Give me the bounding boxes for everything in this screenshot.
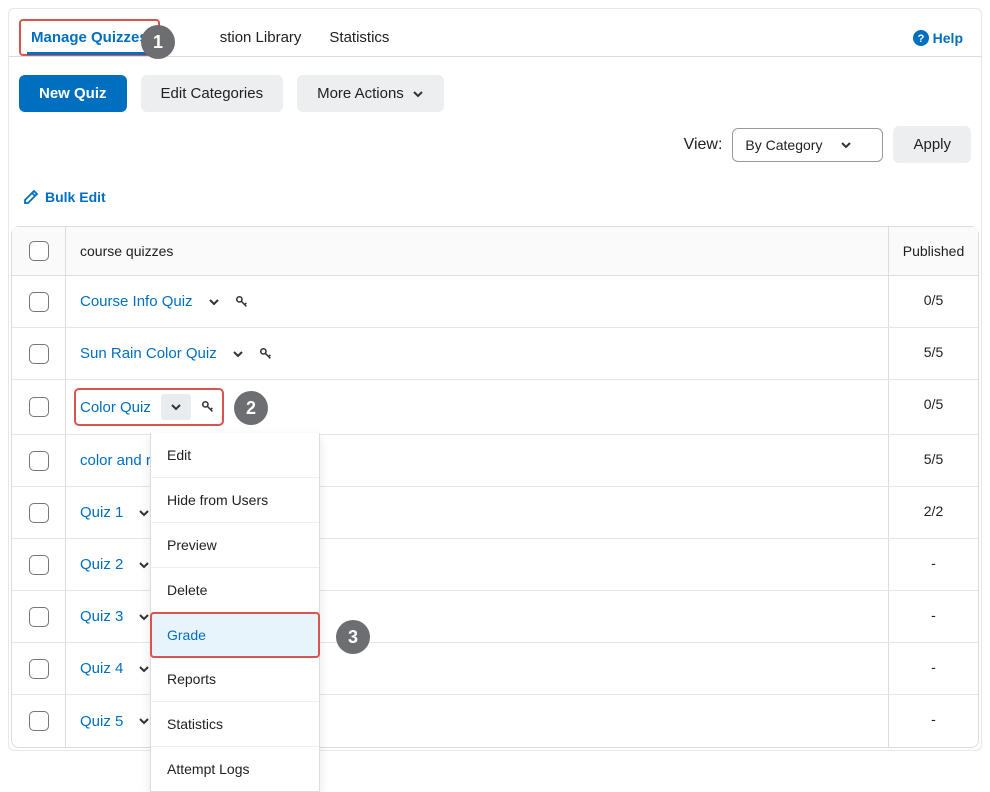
chevron-down-icon [138, 663, 150, 675]
chevron-down-icon [412, 88, 424, 100]
row-checkbox[interactable] [29, 397, 49, 417]
bulk-edit-row: Bulk Edit [9, 173, 981, 218]
tab-manage-quizzes[interactable]: Manage Quizzes [19, 19, 160, 56]
published-value: 5/5 [888, 435, 978, 486]
quiz-link[interactable]: Quiz 1 [80, 504, 123, 521]
row-checkbox[interactable] [29, 711, 49, 731]
quiz-link[interactable]: Quiz 2 [80, 556, 123, 573]
apply-button[interactable]: Apply [893, 126, 971, 163]
chevron-down-icon [208, 296, 220, 308]
key-icon [235, 295, 249, 309]
row-checkbox[interactable] [29, 607, 49, 627]
header-name: course quizzes [66, 227, 888, 275]
tab-statistics[interactable]: Statistics [317, 19, 401, 56]
quiz-link[interactable]: Course Info Quiz [80, 293, 193, 310]
row-checkbox[interactable] [29, 292, 49, 312]
published-value: - [888, 539, 978, 590]
row-checkbox[interactable] [29, 555, 49, 575]
table-row: Sun Rain Color Quiz 5/5 [12, 328, 978, 380]
published-value: 2/2 [888, 487, 978, 538]
quiz-table: course quizzes Published Course Info Qui… [11, 226, 979, 748]
more-actions-button[interactable]: More Actions [297, 75, 444, 112]
view-label: View: [684, 136, 723, 154]
dropdown-item-preview[interactable]: Preview [151, 523, 319, 568]
header-published: Published [888, 227, 978, 275]
row-menu-toggle[interactable] [161, 394, 191, 420]
more-actions-label: More Actions [317, 85, 404, 102]
dropdown-item-statistics[interactable]: Statistics [151, 702, 319, 747]
bulk-edit-label: Bulk Edit [45, 189, 106, 205]
edit-categories-button[interactable]: Edit Categories [141, 75, 284, 112]
key-icon [201, 400, 215, 414]
callout-1: 1 [141, 25, 175, 59]
select-all-checkbox[interactable] [29, 241, 49, 261]
table-row: 2 Color Quiz 0/5 [12, 380, 978, 435]
published-value: - [888, 591, 978, 642]
dropdown-item-delete[interactable]: Delete [151, 568, 319, 613]
table-row: color and ra 5/5 Edit Hide from Users Pr… [12, 435, 978, 487]
view-select[interactable]: By Category [732, 128, 883, 162]
table-row: Course Info Quiz 0/5 [12, 276, 978, 328]
help-icon: ? [913, 30, 929, 46]
chevron-down-icon [138, 507, 150, 519]
help-link[interactable]: ? Help [913, 30, 971, 46]
published-value: 0/5 [888, 276, 978, 327]
dropdown-item-attempt-logs[interactable]: Attempt Logs [151, 747, 319, 791]
quiz-link[interactable]: color and ra [80, 452, 159, 469]
chevron-down-icon [232, 348, 244, 360]
quiz-link[interactable]: Quiz 3 [80, 608, 123, 625]
row-dropdown: Edit Hide from Users Preview Delete Grad… [150, 433, 320, 792]
dropdown-item-hide[interactable]: Hide from Users [151, 478, 319, 523]
row-checkbox[interactable] [29, 503, 49, 523]
published-value: - [888, 643, 978, 694]
dropdown-item-reports[interactable]: Reports [151, 657, 319, 702]
row-menu-toggle[interactable] [203, 291, 225, 313]
published-value: - [888, 695, 978, 747]
tab-question-library[interactable]: stion Library [208, 19, 314, 56]
view-selected: By Category [745, 137, 822, 153]
chevron-down-icon [170, 401, 182, 413]
quiz-link[interactable]: Quiz 5 [80, 713, 123, 730]
pencil-icon [23, 189, 39, 205]
table-header: course quizzes Published [12, 227, 978, 276]
row-menu-toggle[interactable] [227, 343, 249, 365]
chevron-down-icon [138, 611, 150, 623]
published-value: 0/5 [888, 380, 978, 434]
toolbar: New Quiz Edit Categories More Actions [9, 57, 981, 122]
chevron-down-icon [840, 139, 852, 151]
svg-text:?: ? [917, 33, 924, 45]
key-icon [259, 347, 273, 361]
row-checkbox[interactable] [29, 451, 49, 471]
callout-3: 3 [336, 620, 370, 654]
dropdown-item-edit[interactable]: Edit [151, 433, 319, 478]
help-label: Help [933, 30, 963, 46]
new-quiz-button[interactable]: New Quiz [19, 75, 127, 112]
bulk-edit-link[interactable]: Bulk Edit [23, 189, 106, 205]
quiz-link[interactable]: Quiz 4 [80, 660, 123, 677]
row-checkbox[interactable] [29, 659, 49, 679]
row-checkbox[interactable] [29, 344, 49, 364]
chevron-down-icon [138, 559, 150, 571]
quiz-link[interactable]: Color Quiz [80, 399, 151, 416]
chevron-down-icon [138, 715, 150, 727]
dropdown-item-grade[interactable]: Grade [150, 612, 320, 658]
callout-2: 2 [234, 391, 268, 425]
view-row: View: By Category Apply [9, 122, 981, 173]
quiz-link[interactable]: Sun Rain Color Quiz [80, 345, 217, 362]
published-value: 5/5 [888, 328, 978, 379]
